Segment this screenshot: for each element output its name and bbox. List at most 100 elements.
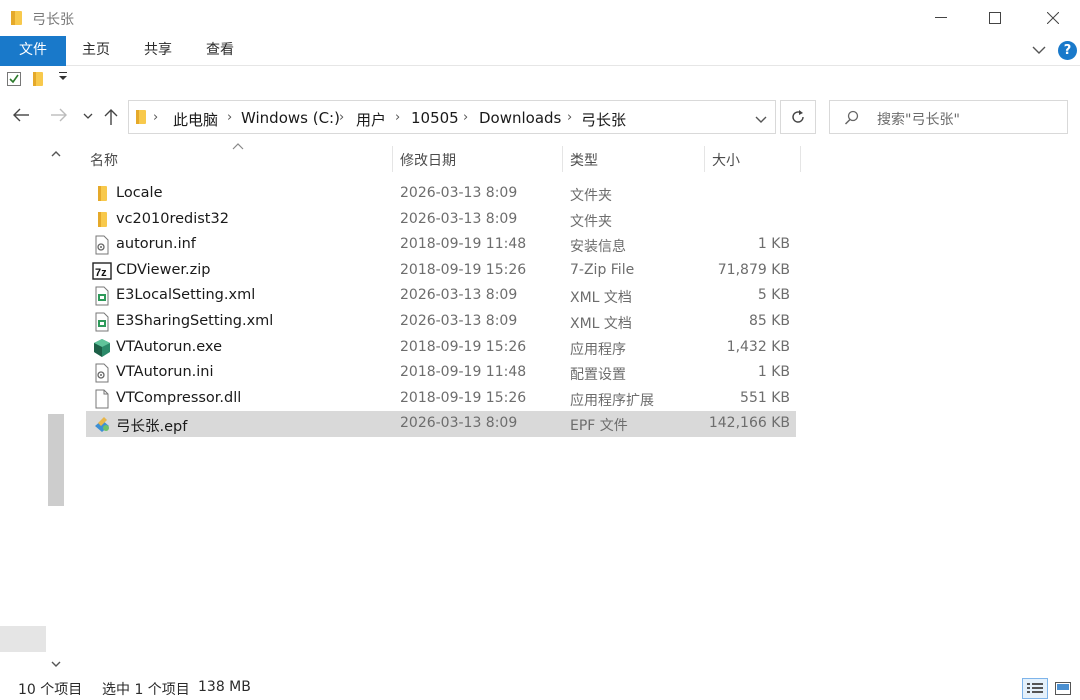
breadcrumb-windows-c[interactable]: Windows (C:): [241, 109, 340, 127]
dll-file-icon: [92, 389, 112, 409]
column-divider[interactable]: [392, 146, 393, 172]
settings-file-icon: [92, 235, 112, 255]
refresh-icon: [792, 110, 804, 123]
chevron-down-icon[interactable]: [755, 112, 767, 128]
properties-check-icon[interactable]: [6, 71, 22, 91]
file-type: 配置设置: [570, 367, 626, 384]
file-date: 2018-09-19 15:26: [400, 261, 527, 278]
folder-icon: [135, 109, 147, 129]
settings-file-icon: [92, 363, 112, 383]
address-bar[interactable]: › 此电脑 › Windows (C:) › 用户 › 10505 › Down…: [128, 100, 776, 134]
tab-view[interactable]: 查看: [206, 36, 234, 66]
file-date: 2018-09-19 11:48: [400, 236, 527, 253]
folder-icon: [10, 10, 24, 30]
file-row[interactable]: vc2010redist32 2026-03-13 8:09 文件夹: [86, 207, 796, 233]
selected-size: 138 MB: [198, 679, 251, 695]
scrollbar-thumb[interactable]: [48, 414, 64, 506]
file-list: Locale 2026-03-13 8:09 文件夹 vc2010redist3…: [86, 181, 796, 437]
column-header-type[interactable]: 类型: [570, 150, 598, 170]
file-row[interactable]: Locale 2026-03-13 8:09 文件夹: [86, 181, 796, 207]
breadcrumb-separator[interactable]: ›: [395, 110, 400, 125]
file-row-selected[interactable]: 弓长张.epf 2026-03-13 8:09 EPF 文件 142,166 K…: [86, 411, 796, 437]
forward-arrow-icon[interactable]: [50, 108, 68, 126]
search-placeholder: 搜索"弓长张": [877, 112, 960, 128]
tab-share[interactable]: 共享: [144, 36, 172, 66]
breadcrumb-separator[interactable]: ›: [567, 110, 572, 125]
status-bar: 10 个项目 选中 1 个项目 138 MB: [0, 676, 1080, 700]
column-header-size[interactable]: 大小: [712, 150, 740, 170]
file-type: 文件夹: [570, 188, 612, 204]
large-icons-view-button[interactable]: [1051, 678, 1075, 699]
file-name: vc2010redist32: [116, 210, 229, 227]
breadcrumb-user-folder[interactable]: 10505: [411, 109, 459, 127]
file-row[interactable]: VTAutorun.exe 2018-09-19 15:26 应用程序 1,43…: [86, 335, 796, 361]
column-header-date[interactable]: 修改日期: [400, 150, 456, 170]
breadcrumb-users[interactable]: 用户: [356, 109, 386, 130]
navigation-pane-scrollbar[interactable]: [46, 142, 66, 676]
selected-count: 选中 1 个项目: [102, 682, 190, 698]
file-list-header: 名称 修改日期 类型 大小: [66, 142, 806, 176]
file-row[interactable]: E3SharingSetting.xml 2026-03-13 8:09 XML…: [86, 309, 796, 335]
column-header-name[interactable]: 名称: [90, 150, 118, 170]
help-button[interactable]: ?: [1058, 41, 1077, 60]
quick-access-toolbar: [0, 66, 1080, 94]
file-row[interactable]: VTCompressor.dll 2018-09-19 15:26 应用程序扩展…: [86, 386, 796, 412]
file-name: E3LocalSetting.xml: [116, 287, 256, 304]
minimize-button[interactable]: [914, 0, 968, 36]
file-type: EPF 文件: [570, 418, 628, 435]
file-date: 2018-09-19 15:26: [400, 338, 527, 355]
details-view-button[interactable]: [1022, 678, 1048, 699]
file-name: VTAutorun.ini: [116, 364, 214, 381]
chevron-down-icon[interactable]: [1032, 43, 1046, 59]
file-date: 2026-03-13 8:09: [400, 312, 518, 329]
file-name: VTAutorun.exe: [116, 338, 222, 355]
file-date: 2026-03-13 8:09: [400, 185, 518, 201]
file-date: 2026-03-13 8:09: [400, 210, 518, 227]
xml-file-icon: [92, 286, 112, 306]
xml-file-icon: [92, 312, 112, 332]
file-date: 2018-09-19 11:48: [400, 364, 527, 381]
file-size: 85 KB: [748, 312, 790, 329]
details-view-icon: [1027, 683, 1043, 693]
breadcrumb-separator[interactable]: ›: [339, 110, 344, 125]
column-divider[interactable]: [800, 146, 801, 172]
file-type: XML 文档: [570, 290, 632, 307]
breadcrumb-this-pc[interactable]: 此电脑: [173, 109, 218, 130]
breadcrumb-downloads[interactable]: Downloads: [479, 109, 561, 127]
file-name: VTCompressor.dll: [116, 389, 242, 406]
back-arrow-icon[interactable]: [12, 108, 30, 126]
title-bar: 弓长张: [0, 0, 1080, 36]
breadcrumb-current[interactable]: 弓长张: [581, 109, 626, 130]
file-row[interactable]: VTAutorun.ini 2018-09-19 11:48 配置设置 1 KB: [86, 360, 796, 386]
file-row[interactable]: 7z CDViewer.zip 2018-09-19 15:26 7-Zip F…: [86, 258, 796, 284]
navigation-pane-selection[interactable]: [0, 626, 46, 652]
file-type: 7-Zip File: [570, 261, 635, 278]
scroll-up-icon[interactable]: [51, 146, 61, 162]
scroll-down-icon[interactable]: [51, 656, 61, 672]
file-name: CDViewer.zip: [116, 261, 211, 278]
close-button[interactable]: [1026, 0, 1080, 36]
file-type: 应用程序: [570, 341, 626, 358]
maximize-button[interactable]: [968, 0, 1022, 36]
file-name: E3SharingSetting.xml: [116, 312, 274, 329]
recent-locations-icon[interactable]: [83, 106, 93, 125]
column-divider[interactable]: [704, 146, 705, 172]
file-row[interactable]: E3LocalSetting.xml 2026-03-13 8:09 XML 文…: [86, 283, 796, 309]
breadcrumb-separator[interactable]: ›: [463, 110, 468, 125]
tab-file[interactable]: 文件: [0, 36, 66, 66]
file-name: 弓长张.epf: [116, 419, 188, 436]
file-size: 1 KB: [757, 364, 790, 381]
file-type: 应用程序扩展: [570, 392, 654, 409]
column-divider[interactable]: [562, 146, 563, 172]
search-input[interactable]: 搜索"弓长张": [829, 100, 1068, 134]
refresh-button[interactable]: [780, 100, 816, 134]
up-arrow-icon[interactable]: [104, 108, 118, 130]
tab-home[interactable]: 主页: [82, 36, 110, 66]
customize-toolbar-icon[interactable]: [58, 70, 68, 85]
file-size: 142,166 KB: [708, 415, 790, 432]
breadcrumb-separator[interactable]: ›: [227, 110, 232, 125]
file-row[interactable]: autorun.inf 2018-09-19 11:48 安装信息 1 KB: [86, 232, 796, 258]
item-count: 10 个项目: [18, 682, 83, 698]
breadcrumb-separator[interactable]: ›: [153, 110, 158, 125]
new-folder-icon[interactable]: [32, 71, 44, 91]
